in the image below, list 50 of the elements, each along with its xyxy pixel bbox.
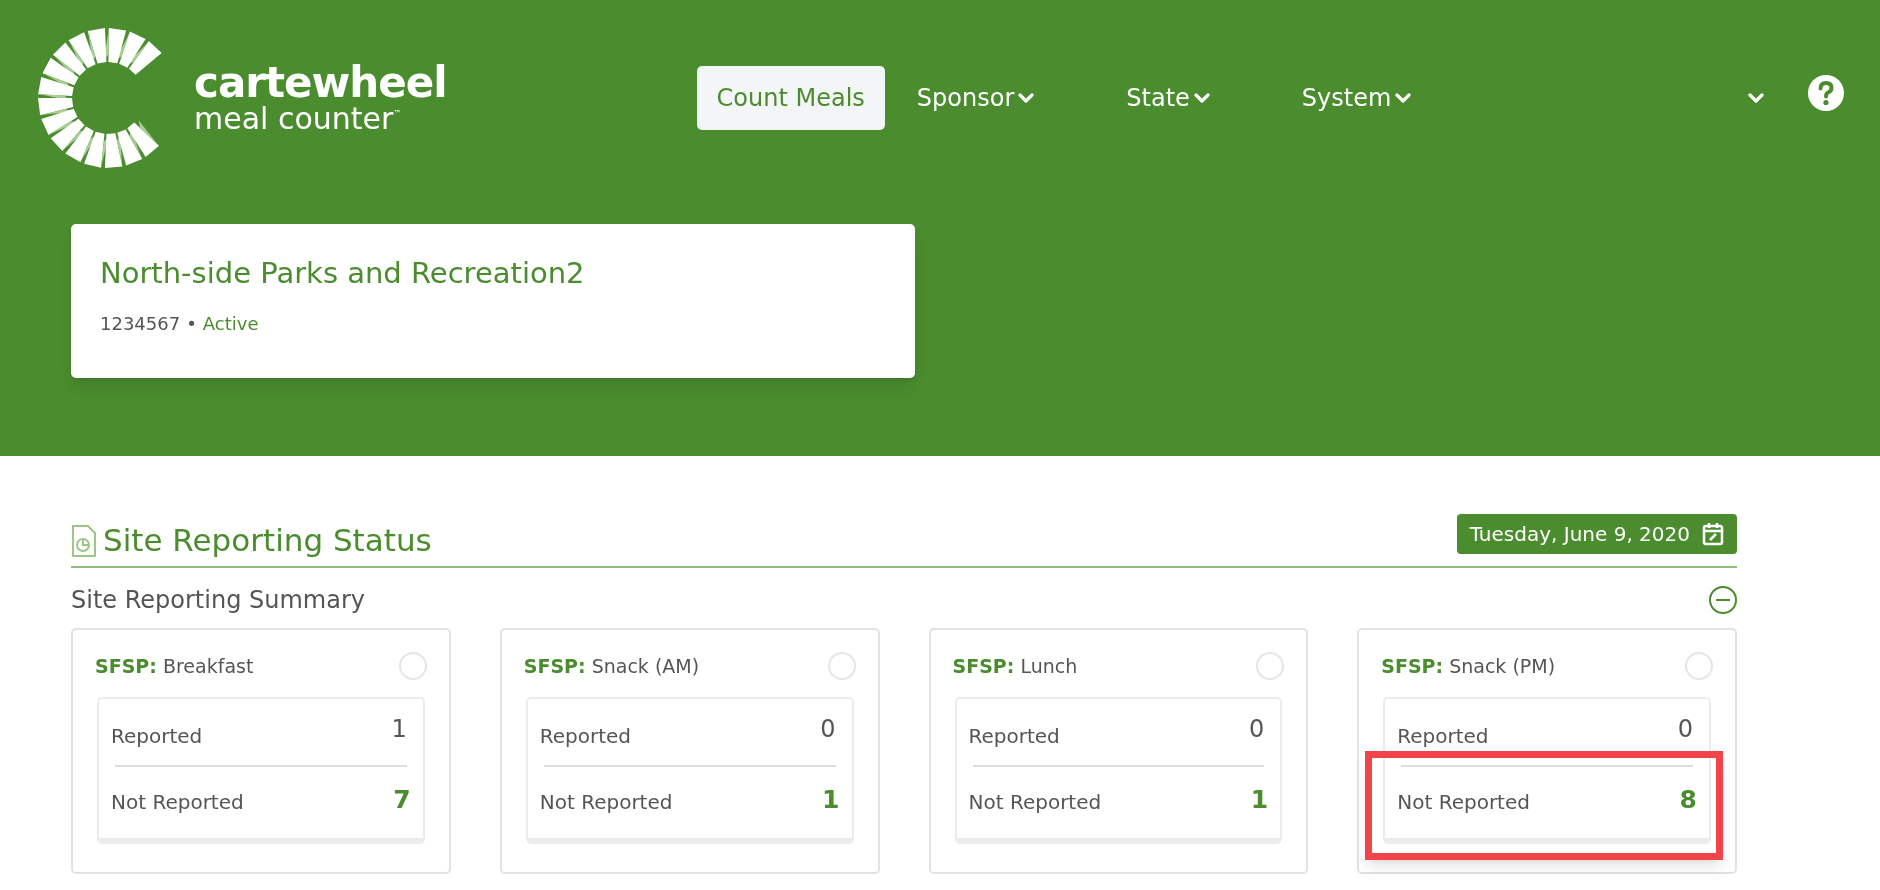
nav-tab[interactable]: State [1106, 66, 1230, 130]
reported-label: Reported [111, 722, 203, 750]
select-radio[interactable] [1256, 652, 1285, 681]
meal-name: Snack (AM) [591, 655, 700, 677]
calendar-icon [1702, 522, 1724, 546]
meal-name: Breakfast [162, 655, 254, 677]
document-chart-icon [71, 523, 97, 558]
reported-count: 1 [391, 713, 407, 745]
site-status: Active [202, 311, 259, 336]
reported-label: Reported [968, 722, 1060, 750]
not-reported-count: 8 [1679, 783, 1697, 816]
meal-name: Snack (PM) [1449, 655, 1556, 677]
collapse-button[interactable] [1709, 586, 1737, 614]
not-reported-label: Not Reported [968, 788, 1102, 816]
not-reported-count: 1 [822, 783, 840, 816]
program-label: SFSP: [952, 655, 1015, 677]
reported-count: 0 [1248, 713, 1265, 745]
not-reported-label: Not Reported [111, 788, 244, 816]
logo-tagline: meal counter [194, 104, 394, 134]
trademark-mark: ™ [393, 110, 402, 118]
site-id: 1234567 [100, 311, 181, 336]
nav-tab[interactable]: Count Meals [696, 66, 885, 130]
reported-count: 0 [1677, 713, 1693, 745]
logo-wordmark: cartewheel [194, 62, 447, 104]
section-title: Site Reporting Status [103, 521, 432, 560]
program-label: SFSP: [1381, 655, 1444, 677]
select-radio[interactable] [1685, 652, 1713, 681]
chevron-down-icon [1018, 92, 1035, 104]
summary-title: Site Reporting Summary [71, 585, 365, 616]
nav-tab[interactable]: System [1281, 66, 1432, 130]
reported-count: 0 [820, 713, 836, 745]
chevron-down-icon [1193, 92, 1210, 104]
site-name: North-side Parks and Recreation2 [100, 255, 585, 292]
not-reported-label: Not Reported [1397, 788, 1530, 816]
meal-name: Lunch [1020, 655, 1078, 677]
not-reported-count: 1 [1250, 783, 1269, 816]
select-radio[interactable] [398, 652, 427, 681]
reported-label: Reported [539, 722, 632, 750]
date-picker-button[interactable]: Tuesday, June 9, 2020 [1456, 514, 1737, 554]
reported-label: Reported [1397, 722, 1489, 750]
program-label: SFSP: [523, 655, 586, 677]
chevron-down-icon [1395, 92, 1412, 104]
help-icon[interactable] [1808, 75, 1844, 111]
separator-dot: • [186, 311, 197, 336]
nav-tab[interactable]: Sponsor [896, 66, 1055, 130]
not-reported-label: Not Reported [539, 788, 673, 816]
not-reported-count: 7 [393, 783, 411, 816]
select-radio[interactable] [827, 652, 856, 681]
program-label: SFSP: [95, 655, 157, 677]
chevron-down-icon [1748, 92, 1764, 104]
